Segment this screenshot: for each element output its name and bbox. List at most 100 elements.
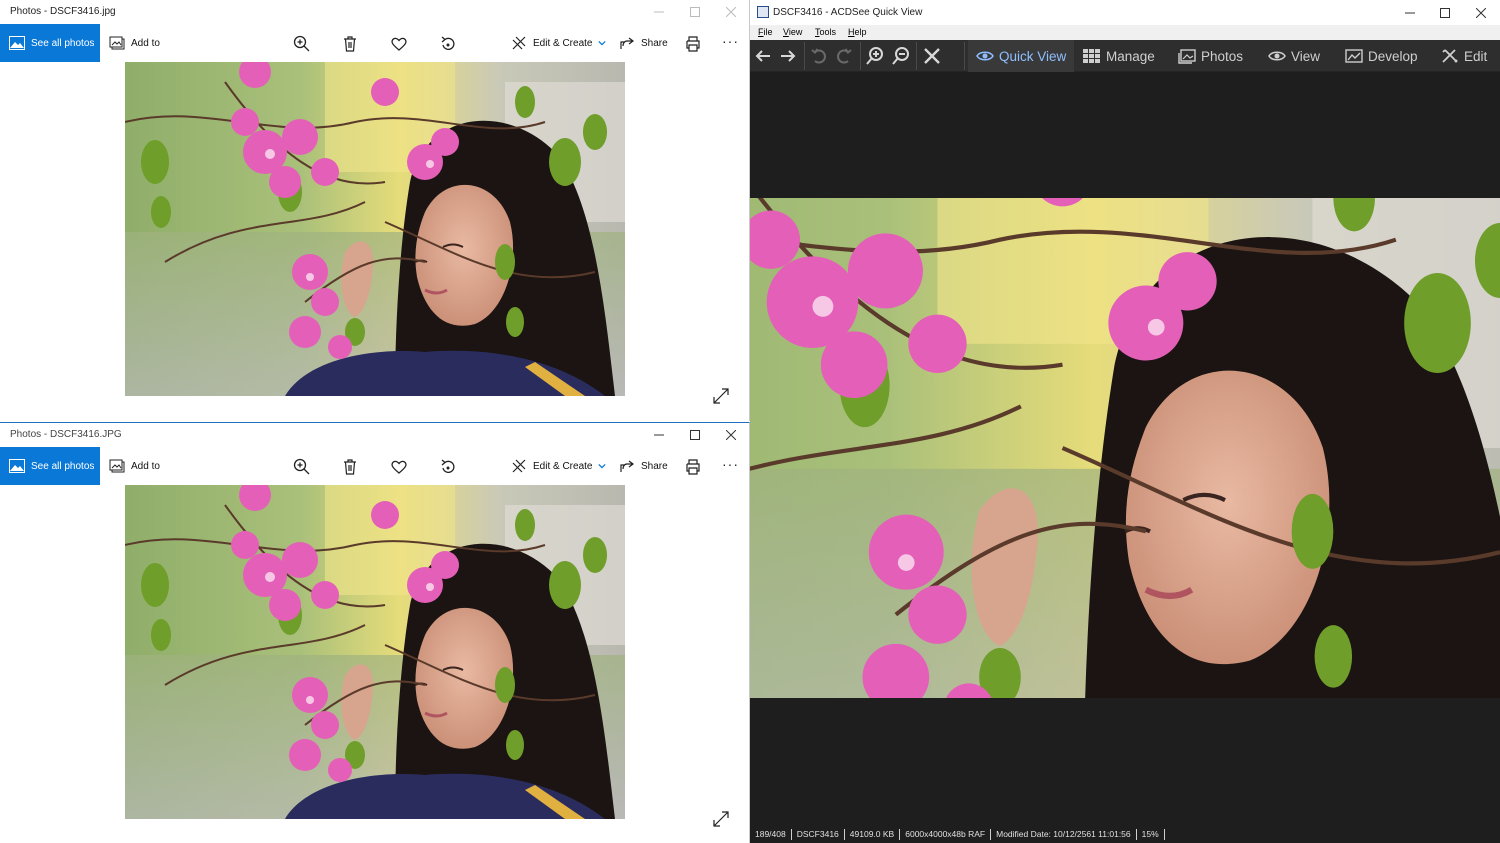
share-label: Share	[641, 460, 668, 472]
chevron-down-icon	[598, 463, 607, 469]
fullscreen-button[interactable]	[712, 387, 730, 405]
close-button[interactable]	[713, 0, 749, 24]
title-bar[interactable]: DSCF3416 - ACDSee Quick View	[750, 0, 1500, 25]
minimize-button[interactable]	[1392, 0, 1428, 25]
share-icon	[620, 460, 634, 472]
eye-icon	[976, 51, 994, 61]
window-title: Photos - DSCF3416.jpg	[10, 6, 116, 17]
share-button[interactable]: Share	[619, 447, 668, 485]
mode-edit[interactable]: Edit	[1441, 40, 1487, 72]
print-button[interactable]	[684, 458, 702, 476]
maximize-button[interactable]	[1427, 0, 1463, 25]
toolbar-divider	[804, 42, 805, 70]
chevron-down-icon	[598, 40, 607, 46]
menu-view[interactable]: View	[783, 27, 802, 37]
status-dimensions: 6000x4000x48b RAF	[900, 829, 992, 840]
status-zoom: 15%	[1137, 829, 1165, 840]
mode-develop[interactable]: Develop	[1345, 40, 1418, 72]
eye-icon	[1268, 51, 1286, 61]
maximize-button[interactable]	[677, 423, 713, 447]
mode-photos[interactable]: Photos	[1178, 40, 1243, 72]
zoom-in-icon	[866, 47, 883, 65]
status-image-index: 189/408	[754, 829, 792, 840]
add-to-button[interactable]: Add to	[109, 24, 160, 62]
window-title: Photos - DSCF3416.JPG	[10, 429, 122, 440]
maximize-button[interactable]	[677, 0, 713, 24]
close-icon	[726, 430, 736, 440]
add-to-label: Add to	[131, 460, 160, 472]
favorite-button[interactable]	[390, 35, 408, 53]
see-all-photos-button[interactable]: See all photos	[0, 447, 100, 485]
rotate-icon	[441, 36, 455, 50]
favorite-button[interactable]	[390, 458, 408, 476]
status-bar: 189/408 DSCF3416 49109.0 KB 6000x4000x48…	[750, 826, 1500, 843]
more-options-button[interactable]: ···	[722, 456, 739, 472]
fullscreen-button[interactable]	[712, 810, 730, 828]
delete-button[interactable]	[341, 458, 359, 476]
arrow-right-icon	[781, 50, 796, 62]
print-button[interactable]	[684, 35, 702, 53]
minimize-button[interactable]	[641, 423, 677, 447]
mode-edit-label: Edit	[1464, 48, 1488, 64]
share-icon	[620, 37, 634, 49]
status-file-size: 49109.0 KB	[845, 829, 901, 840]
edit-create-icon	[512, 36, 526, 50]
zoom-in-icon	[293, 458, 310, 475]
close-icon	[726, 7, 736, 17]
zoom-button[interactable]	[293, 35, 311, 53]
menu-help[interactable]: Help	[848, 27, 867, 37]
minimize-icon	[654, 11, 664, 13]
minimize-button[interactable]	[641, 0, 677, 24]
zoom-button[interactable]	[293, 458, 311, 476]
close-button[interactable]	[1463, 0, 1499, 25]
share-button[interactable]: Share	[619, 24, 668, 62]
image-icon	[9, 36, 25, 50]
mode-view[interactable]: View	[1268, 40, 1320, 72]
expand-icon	[713, 811, 729, 827]
menu-file[interactable]: File	[758, 27, 773, 37]
delete-button[interactable]	[341, 35, 359, 53]
title-bar[interactable]: Photos - DSCF3416.JPG	[0, 423, 749, 447]
see-all-photos-label: See all photos	[31, 460, 95, 472]
previous-button[interactable]	[753, 46, 773, 66]
share-label: Share	[641, 37, 668, 49]
rotate-right-button[interactable]	[834, 46, 854, 66]
edit-create-label: Edit & Create	[533, 460, 593, 472]
title-bar[interactable]: Photos - DSCF3416.jpg	[0, 0, 749, 24]
close-button[interactable]	[713, 423, 749, 447]
photos-window-top: Photos - DSCF3416.jpg See all photos Add…	[0, 0, 750, 421]
zoom-out-button[interactable]	[891, 46, 911, 66]
photos-window-bottom: Photos - DSCF3416.JPG See all photos Add…	[0, 422, 750, 843]
edit-create-icon	[512, 459, 526, 473]
heart-icon	[391, 460, 407, 474]
zoom-in-button[interactable]	[865, 46, 885, 66]
develop-icon	[1345, 49, 1363, 63]
grid-icon	[1083, 49, 1100, 63]
printer-icon	[686, 459, 700, 475]
mode-develop-label: Develop	[1368, 48, 1418, 64]
add-to-icon	[109, 459, 125, 473]
next-button[interactable]	[778, 46, 798, 66]
trash-icon	[344, 36, 356, 52]
rotate-left-button[interactable]	[809, 46, 829, 66]
rotate-button[interactable]	[439, 35, 457, 53]
edit-create-button[interactable]: Edit & Create	[511, 447, 607, 485]
edit-create-button[interactable]: Edit & Create	[511, 24, 607, 62]
rotate-left-icon	[811, 48, 826, 64]
more-options-button[interactable]: ···	[722, 33, 739, 49]
see-all-photos-button[interactable]: See all photos	[0, 24, 100, 62]
arrow-left-icon	[755, 50, 770, 62]
add-to-button[interactable]: Add to	[109, 447, 160, 485]
rotate-button[interactable]	[439, 458, 457, 476]
mode-photos-label: Photos	[1201, 48, 1244, 64]
photo-viewer-image	[125, 62, 625, 396]
menu-tools[interactable]: Tools	[815, 27, 836, 37]
maximize-icon	[1440, 7, 1450, 18]
close-icon	[924, 48, 940, 64]
close-image-button[interactable]	[922, 46, 942, 66]
status-filename: DSCF3416	[792, 829, 845, 840]
add-to-label: Add to	[131, 37, 160, 49]
acdsee-window: DSCF3416 - ACDSee Quick View File View T…	[750, 0, 1500, 843]
mode-quick-view[interactable]: Quick View	[968, 40, 1075, 72]
mode-manage[interactable]: Manage	[1083, 40, 1155, 72]
